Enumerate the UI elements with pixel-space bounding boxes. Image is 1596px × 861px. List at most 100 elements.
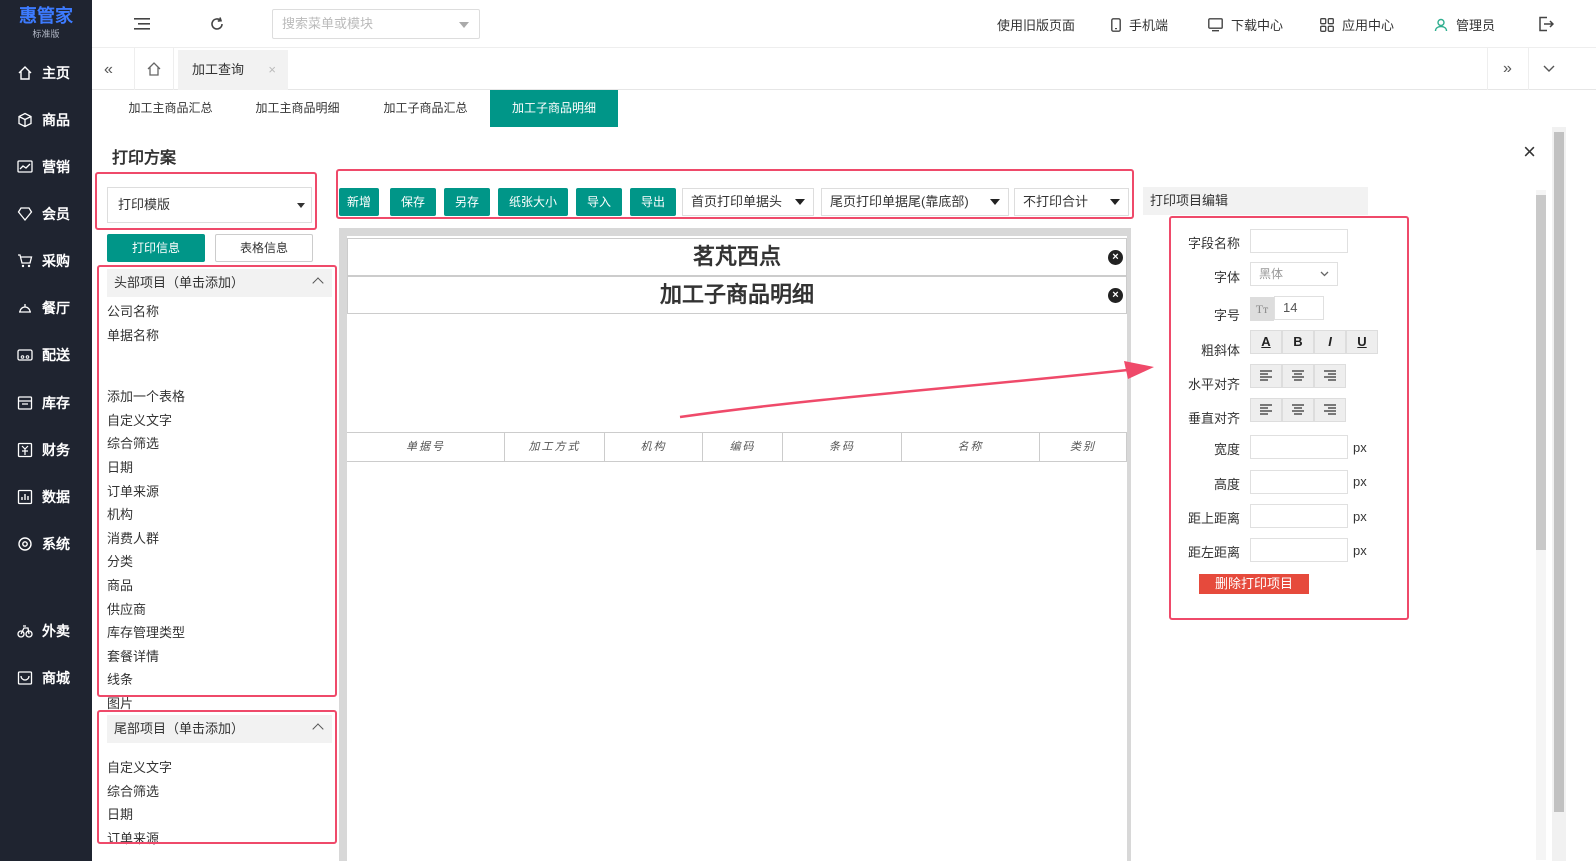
menu-toggle-icon[interactable] <box>132 14 152 34</box>
sidebar-item-4[interactable]: 采购 <box>0 246 92 276</box>
app-center-link[interactable]: 应用中心 <box>1320 15 1394 34</box>
canvas-title-company[interactable]: 茗芃西点 × <box>347 238 1127 276</box>
sidebar-item-0[interactable]: 主页 <box>0 58 92 88</box>
editor-tab[interactable]: 打印项目编辑 <box>1143 187 1368 215</box>
sidebar-item-label: 会员 <box>42 206 70 222</box>
highlight-box-head <box>97 265 337 697</box>
tab-processing-query[interactable]: 加工查询 × <box>178 48 288 90</box>
subtab-sub-summary[interactable]: 加工子商品汇总 <box>363 90 488 127</box>
sidebar-item-label: 财务 <box>42 442 70 458</box>
data-icon <box>16 488 34 506</box>
print-canvas: 茗芃西点 × 加工子商品明细 × 单据号 加工方式 机构 编码 条码 名称 类别 <box>347 236 1127 861</box>
logout-icon[interactable] <box>1536 14 1556 34</box>
app-center-label: 应用中心 <box>1342 18 1395 33</box>
sidebar-item-9[interactable]: 数据 <box>0 482 92 512</box>
table-column-header[interactable]: 单据号 <box>347 433 505 461</box>
scroll-left-icon[interactable]: « <box>104 61 113 79</box>
print-canvas-frame: 茗芃西点 × 加工子商品明细 × 单据号 加工方式 机构 编码 条码 名称 类别 <box>339 228 1131 861</box>
sidebar-item-label: 外卖 <box>42 623 70 639</box>
sidebar-item-8[interactable]: 财务 <box>0 435 92 465</box>
remove-item-icon[interactable]: × <box>1108 288 1123 303</box>
sidebar-item-6[interactable]: 配送 <box>0 340 92 370</box>
sidebar-item-12[interactable]: 商城 <box>0 663 92 693</box>
sidebar-item-label: 采购 <box>42 253 70 269</box>
user-menu[interactable]: 管理员 <box>1434 15 1495 34</box>
table-column-header[interactable]: 机构 <box>605 433 703 461</box>
cloche-icon <box>16 299 34 317</box>
sidebar: 惠管家 标准版 主页商品营销会员采购餐厅配送库存财务数据系统外卖商城 <box>0 0 92 861</box>
highlight-box-toolbar <box>336 169 1134 219</box>
scrollbar[interactable] <box>1536 190 1546 860</box>
subtab-sub-detail[interactable]: 加工子商品明细 <box>490 90 618 127</box>
download-center-link[interactable]: 下载中心 <box>1208 15 1283 34</box>
company-title: 茗芃西点 <box>692 244 781 269</box>
sidebar-item-10[interactable]: 系统 <box>0 529 92 559</box>
scrollbar-thumb[interactable] <box>1536 195 1546 550</box>
brand-name: 惠管家 <box>19 6 73 26</box>
sidebar-item-5[interactable]: 餐厅 <box>0 293 92 323</box>
sidebar-item-label: 主页 <box>42 65 70 81</box>
bike-icon <box>16 622 34 640</box>
table-column-header[interactable]: 类别 <box>1040 433 1127 461</box>
monitor-icon <box>1208 17 1223 32</box>
sidebar-item-label: 餐厅 <box>42 300 70 316</box>
page-scrollbar[interactable] <box>1552 127 1566 861</box>
table-column-header[interactable]: 名称 <box>902 433 1040 461</box>
sidebar-item-label: 商品 <box>42 112 70 128</box>
sidebar-item-7[interactable]: 库存 <box>0 388 92 418</box>
topbar: 搜索菜单或模块 使用旧版页面 手机端 下载中心 应用中心 管理员 <box>92 0 1596 48</box>
sidebar-item-label: 营销 <box>42 159 70 175</box>
truck-icon <box>16 346 34 364</box>
search-input[interactable]: 搜索菜单或模块 <box>272 9 480 39</box>
home-tab[interactable] <box>134 48 174 90</box>
cart-icon <box>16 252 34 270</box>
logo: 惠管家 标准版 <box>0 0 92 44</box>
table-info-button[interactable]: 表格信息 <box>215 234 313 262</box>
home-icon <box>147 62 161 76</box>
close-icon[interactable]: × <box>1523 139 1536 165</box>
table-column-header[interactable]: 条码 <box>783 433 902 461</box>
apps-icon <box>1320 17 1334 32</box>
tab-label: 加工查询 <box>192 62 245 77</box>
print-scheme-panel: 打印方案 × 打印模版 打印信息 表格信息 头部项目（单击添加） 公司名称 单据名… <box>92 127 1568 861</box>
search-placeholder: 搜索菜单或模块 <box>282 16 374 31</box>
old-version-link[interactable]: 使用旧版页面 <box>997 15 1075 34</box>
subtab-main-detail[interactable]: 加工主商品明细 <box>235 90 360 127</box>
shop-icon <box>16 669 34 687</box>
old-version-label: 使用旧版页面 <box>997 18 1076 33</box>
sidebar-item-1[interactable]: 商品 <box>0 105 92 135</box>
sidebar-item-2[interactable]: 营销 <box>0 152 92 182</box>
tab-bar: « 加工查询 × » <box>92 48 1596 90</box>
brand-edition: 标准版 <box>32 29 60 39</box>
sidebar-item-3[interactable]: 会员 <box>0 199 92 229</box>
subtab-main-summary[interactable]: 加工主商品汇总 <box>108 90 233 127</box>
sidebar-item-label: 系统 <box>42 536 70 552</box>
diamond-icon <box>16 205 34 223</box>
document-title: 加工子商品明细 <box>659 282 814 307</box>
download-center-label: 下载中心 <box>1231 18 1284 33</box>
panel-title: 打印方案 <box>112 150 177 167</box>
user-label: 管理员 <box>1456 18 1496 33</box>
scroll-right-icon[interactable]: » <box>1487 48 1527 90</box>
settings-icon <box>16 535 34 553</box>
highlight-box-editor <box>1169 216 1409 620</box>
box-icon <box>16 111 34 129</box>
tab-close-icon[interactable]: × <box>268 50 276 90</box>
canvas-title-document[interactable]: 加工子商品明细 × <box>347 276 1127 314</box>
chart-icon <box>16 158 34 176</box>
refresh-icon[interactable] <box>207 14 227 34</box>
highlight-box-template <box>95 172 317 230</box>
home-icon <box>16 64 34 82</box>
warehouse-icon <box>16 394 34 412</box>
remove-item-icon[interactable]: × <box>1108 250 1123 265</box>
tab-menu-chevron-icon[interactable] <box>1528 48 1568 90</box>
print-info-button[interactable]: 打印信息 <box>107 234 205 262</box>
chevron-down-icon <box>459 22 469 28</box>
table-column-header[interactable]: 编码 <box>703 433 783 461</box>
mobile-label: 手机端 <box>1129 18 1169 33</box>
mobile-link[interactable]: 手机端 <box>1111 15 1168 34</box>
page-scrollbar-thumb[interactable] <box>1554 132 1564 812</box>
sidebar-item-11[interactable]: 外卖 <box>0 616 92 646</box>
user-icon <box>1434 18 1448 32</box>
table-column-header[interactable]: 加工方式 <box>505 433 605 461</box>
